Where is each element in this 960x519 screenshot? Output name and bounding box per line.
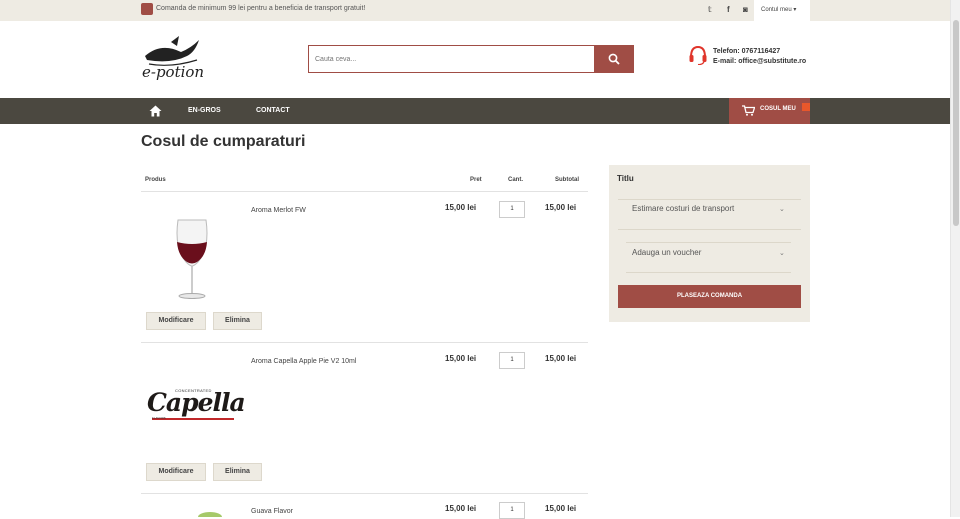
search-icon <box>608 53 620 65</box>
search-button[interactable] <box>594 46 633 72</box>
truck-icon <box>141 3 153 15</box>
divider <box>141 493 588 494</box>
search-bar <box>308 45 634 73</box>
remove-button[interactable]: Elimina <box>213 312 262 330</box>
product-image-guava[interactable] <box>195 509 225 517</box>
col-price: Pret <box>470 177 482 183</box>
cart-icon <box>742 105 755 116</box>
shipping-estimate-toggle[interactable]: Estimare costuri de transport <box>632 204 734 213</box>
qty-input[interactable]: 1 <box>499 352 525 369</box>
brand-text: Capella <box>147 388 246 417</box>
product-name[interactable]: Aroma Capella Apple Pie V2 10ml <box>251 358 356 365</box>
headset-icon <box>689 45 707 65</box>
chevron-down-icon[interactable]: ⌄ <box>779 249 785 257</box>
product-subtotal: 15,00 lei <box>545 354 577 363</box>
product-price: 15,00 lei <box>445 203 477 212</box>
col-subtotal: Subtotal <box>555 177 579 183</box>
logo-text: e-potion <box>142 63 205 81</box>
summary-title: Titlu <box>617 174 634 183</box>
edit-button[interactable]: Modificare <box>146 463 206 481</box>
col-product: Produs <box>145 177 166 183</box>
instagram-icon[interactable]: ◙ <box>743 5 748 14</box>
account-label: Contul meu <box>761 7 792 13</box>
phone-text: Telefon: 0767116427 <box>713 48 781 55</box>
product-image-wine-glass[interactable] <box>172 218 212 300</box>
product-subtotal: 15,00 lei <box>545 203 577 212</box>
search-input[interactable] <box>309 46 595 72</box>
scrollbar[interactable] <box>950 0 960 517</box>
nav-link-contact[interactable]: CONTACT <box>256 107 290 114</box>
account-menu[interactable]: Contul meu ▾ <box>754 0 810 21</box>
product-subtotal: 15,00 lei <box>545 504 577 513</box>
qty-input[interactable]: 1 <box>499 502 525 519</box>
product-name[interactable]: Guava Flavor <box>251 508 293 515</box>
divider <box>626 272 791 273</box>
top-bar: Comanda de minimum 99 lei pentru a benef… <box>0 0 950 21</box>
divider <box>618 199 801 200</box>
divider <box>141 191 588 192</box>
product-price: 15,00 lei <box>445 504 477 513</box>
cart-summary: Titlu Estimare costuri de transport ⌄ Ad… <box>609 165 810 322</box>
product-image-capella[interactable]: CONCENTRATED Capella FLAVORS <box>147 386 246 426</box>
promo-text: Comanda de minimum 99 lei pentru a benef… <box>156 5 366 12</box>
divider <box>618 229 801 230</box>
email-text: E-mail: office@substitute.ro <box>713 58 807 65</box>
voucher-toggle[interactable]: Adauga un voucher <box>632 248 701 257</box>
product-price: 15,00 lei <box>445 354 477 363</box>
nav-link-engros[interactable]: EN-GROS <box>188 107 221 114</box>
chevron-down-icon[interactable]: ⌄ <box>779 205 785 213</box>
cart-button[interactable]: COSUL MEU <box>729 98 810 124</box>
page-title: Cosul de cumparaturi <box>141 133 306 150</box>
divider <box>141 342 588 343</box>
cart-label: COSUL MEU <box>760 106 796 112</box>
edit-button[interactable]: Modificare <box>146 312 206 330</box>
twitter-icon[interactable]: 𝕥 <box>708 5 712 14</box>
facebook-icon[interactable]: f <box>727 5 730 14</box>
cart-badge <box>802 103 810 111</box>
brand-bottom-text: FLAVORS <box>152 416 166 420</box>
remove-button[interactable]: Elimina <box>213 463 262 481</box>
divider <box>626 242 791 243</box>
qty-input[interactable]: 1 <box>499 201 525 218</box>
home-icon[interactable] <box>149 105 162 117</box>
col-qty: Cant. <box>508 177 523 183</box>
product-name[interactable]: Aroma Merlot FW <box>251 207 306 214</box>
place-order-button[interactable]: PLASEAZA COMANDA <box>618 285 801 308</box>
scrollbar-thumb[interactable] <box>953 20 959 226</box>
main-nav: EN-GROS CONTACT COSUL MEU <box>0 98 950 124</box>
